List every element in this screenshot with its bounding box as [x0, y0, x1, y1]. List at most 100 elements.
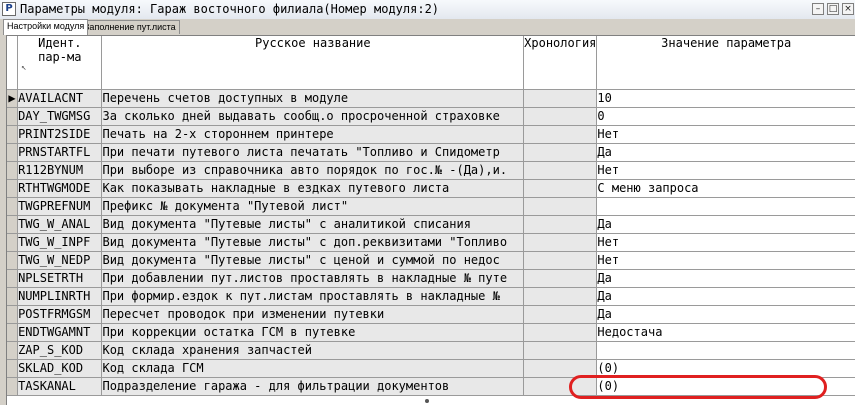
cell-param-id[interactable]: RTHTWGMODE	[17, 179, 103, 198]
tab-module-settings[interactable]: Настройки модуля	[3, 19, 89, 35]
cell-param-name[interactable]: Пересчет проводок при изменении путевки	[101, 305, 525, 324]
cell-param-value[interactable]: Да	[596, 287, 855, 306]
row-indicator[interactable]	[7, 287, 19, 306]
cell-param-id[interactable]: AVAILACNT	[17, 89, 103, 108]
close-button[interactable]: ×	[842, 3, 854, 15]
cell-param-id[interactable]: TASKANAL	[17, 377, 103, 396]
cell-param-name[interactable]: При добавлении пут.листов проставлять в …	[101, 269, 525, 288]
cell-param-name[interactable]: Код склада хранения запчастей	[101, 341, 525, 360]
cell-param-value[interactable]: Нет	[596, 251, 855, 270]
cell-chronology[interactable]	[523, 89, 598, 108]
row-indicator[interactable]	[7, 305, 19, 324]
cell-param-value[interactable]: С меню запроса	[596, 179, 855, 198]
row-indicator[interactable]	[7, 251, 19, 270]
cell-param-id[interactable]: PRINT2SIDE	[17, 125, 103, 144]
cell-param-id[interactable]: R112BYNUM	[17, 161, 103, 180]
cell-param-id[interactable]: ENDTWGAMNT	[17, 323, 103, 342]
cell-param-name[interactable]: Перечень счетов доступных в модуле	[101, 89, 525, 108]
cell-param-name[interactable]: При печати путевого листа печатать "Топл…	[101, 143, 525, 162]
table-row[interactable]: ZAP_S_KOD Код склада хранения запчастей	[7, 341, 855, 360]
table-row[interactable]: ▶ AVAILACNT Перечень счетов доступных в мо…	[7, 89, 855, 108]
cell-param-id[interactable]: TWGPREFNUM	[17, 197, 103, 216]
cell-param-name[interactable]: Код склада ГСМ	[101, 359, 525, 378]
cell-param-name[interactable]: Префикс № документа "Путевой лист"	[101, 197, 525, 216]
cell-param-value[interactable]: Нет	[596, 233, 855, 252]
cell-param-value[interactable]	[596, 197, 855, 216]
cell-param-name[interactable]: Печать на 2-х стороннем принтере	[101, 125, 525, 144]
row-indicator[interactable]	[7, 143, 19, 162]
cell-chronology[interactable]	[523, 305, 598, 324]
row-indicator[interactable]	[7, 359, 19, 378]
cell-param-id[interactable]: SKLAD_KOD	[17, 359, 103, 378]
cell-param-value[interactable]: (0)	[596, 377, 855, 396]
app-icon[interactable]: P	[2, 2, 16, 16]
table-row[interactable]: SKLAD_KOD Код склада ГСМ (0)	[7, 359, 855, 378]
cell-chronology[interactable]	[523, 359, 598, 378]
cell-chronology[interactable]	[523, 161, 598, 180]
row-indicator[interactable]	[7, 323, 19, 342]
row-indicator[interactable]	[7, 233, 19, 252]
cell-param-value[interactable]: Недостача	[596, 323, 855, 342]
cell-chronology[interactable]	[523, 197, 598, 216]
column-header-id[interactable]: Идент. пар-ма	[17, 36, 103, 90]
cell-chronology[interactable]	[523, 377, 598, 396]
cell-param-value[interactable]	[596, 341, 855, 360]
row-indicator[interactable]	[7, 269, 19, 288]
table-row[interactable]: TWGPREFNUM Префикс № документа "Путевой л…	[7, 197, 855, 216]
cell-chronology[interactable]	[523, 323, 598, 342]
cell-param-id[interactable]: POSTFRMGSM	[17, 305, 103, 324]
parameters-grid[interactable]: Идент. пар-ма Русское название Хронологи…	[6, 35, 855, 405]
row-indicator[interactable]	[7, 377, 19, 396]
table-row[interactable]: PRINT2SIDE Печать на 2-х стороннем принте…	[7, 125, 855, 144]
table-row[interactable]: R112BYNUM При выборе из справочника авто …	[7, 161, 855, 180]
table-row[interactable]: TWG_W_NEDP Вид документа "Путевые листы" …	[7, 251, 855, 270]
table-row[interactable]: ENDTWGAMNT При коррекции остатка ГСМ в пу…	[7, 323, 855, 342]
cell-param-value[interactable]: Да	[596, 215, 855, 234]
table-row[interactable]: NPLSETRTH При добавлении пут.листов прост…	[7, 269, 855, 288]
table-row[interactable]: RTHTWGMODE Как показывать накладные в езд…	[7, 179, 855, 198]
cell-param-name[interactable]: При коррекции остатка ГСМ в путевке	[101, 323, 525, 342]
cell-param-value[interactable]: Да	[596, 269, 855, 288]
table-row[interactable]: TWG_W_INPF Вид документа "Путевые листы" …	[7, 233, 855, 252]
row-indicator[interactable]	[7, 179, 19, 198]
cell-param-id[interactable]: TWG_W_INPF	[17, 233, 103, 252]
row-indicator[interactable]	[7, 107, 19, 126]
row-indicator[interactable]	[7, 197, 19, 216]
row-indicator[interactable]	[7, 125, 19, 144]
table-row[interactable]: POSTFRMGSM Пересчет проводок при изменени…	[7, 305, 855, 324]
row-indicator[interactable]	[7, 161, 19, 180]
row-indicator[interactable]	[7, 215, 19, 234]
row-indicator[interactable]	[7, 341, 19, 360]
cell-param-id[interactable]: TWG_W_ANAL	[17, 215, 103, 234]
cell-chronology[interactable]	[523, 143, 598, 162]
cell-chronology[interactable]	[523, 287, 598, 306]
cell-param-name[interactable]: При выборе из справочника авто порядок п…	[101, 161, 525, 180]
cell-param-id[interactable]: DAY_TWGMSG	[17, 107, 103, 126]
cell-chronology[interactable]	[523, 107, 598, 126]
column-header-name[interactable]: Русское название	[101, 36, 525, 90]
cell-param-value[interactable]: Нет	[596, 125, 855, 144]
cell-chronology[interactable]	[523, 215, 598, 234]
cell-param-id[interactable]: TWG_W_NEDP	[17, 251, 103, 270]
cell-param-value[interactable]: Да	[596, 143, 855, 162]
column-header-value[interactable]: Значение параметра	[596, 36, 855, 90]
cell-param-id[interactable]: ZAP_S_KOD	[17, 341, 103, 360]
cell-chronology[interactable]	[523, 269, 598, 288]
cell-param-name[interactable]: Как показывать накладные в ездках путево…	[101, 179, 525, 198]
cell-chronology[interactable]	[523, 179, 598, 198]
row-indicator[interactable]: ▶	[7, 89, 19, 108]
cell-param-name[interactable]: Вид документа "Путевые листы" с доп.рекв…	[101, 233, 525, 252]
cell-param-value[interactable]: 0	[596, 107, 855, 126]
cell-param-value[interactable]: Нет	[596, 161, 855, 180]
table-row[interactable]: DAY_TWGMSG За сколько дней выдавать сообщ…	[7, 107, 855, 126]
cell-param-name[interactable]: Вид документа "Путевые листы" с аналитик…	[101, 215, 525, 234]
cell-param-name[interactable]: Вид документа "Путевые листы" с ценой и …	[101, 251, 525, 270]
cell-param-name[interactable]: За сколько дней выдавать сообщ.о просроч…	[101, 107, 525, 126]
cell-chronology[interactable]	[523, 341, 598, 360]
cell-param-id[interactable]: NPLSETRTH	[17, 269, 103, 288]
tab-waybill-filling[interactable]: Заполнение пут.листа	[80, 20, 180, 34]
cell-param-value[interactable]: 10	[596, 89, 855, 108]
table-row[interactable]: NUMPLINRTH При формир.ездок к пут.листам …	[7, 287, 855, 306]
cell-param-value[interactable]: Да	[596, 305, 855, 324]
cell-param-name[interactable]: Подразделение гаража - для фильтрации до…	[101, 377, 525, 396]
